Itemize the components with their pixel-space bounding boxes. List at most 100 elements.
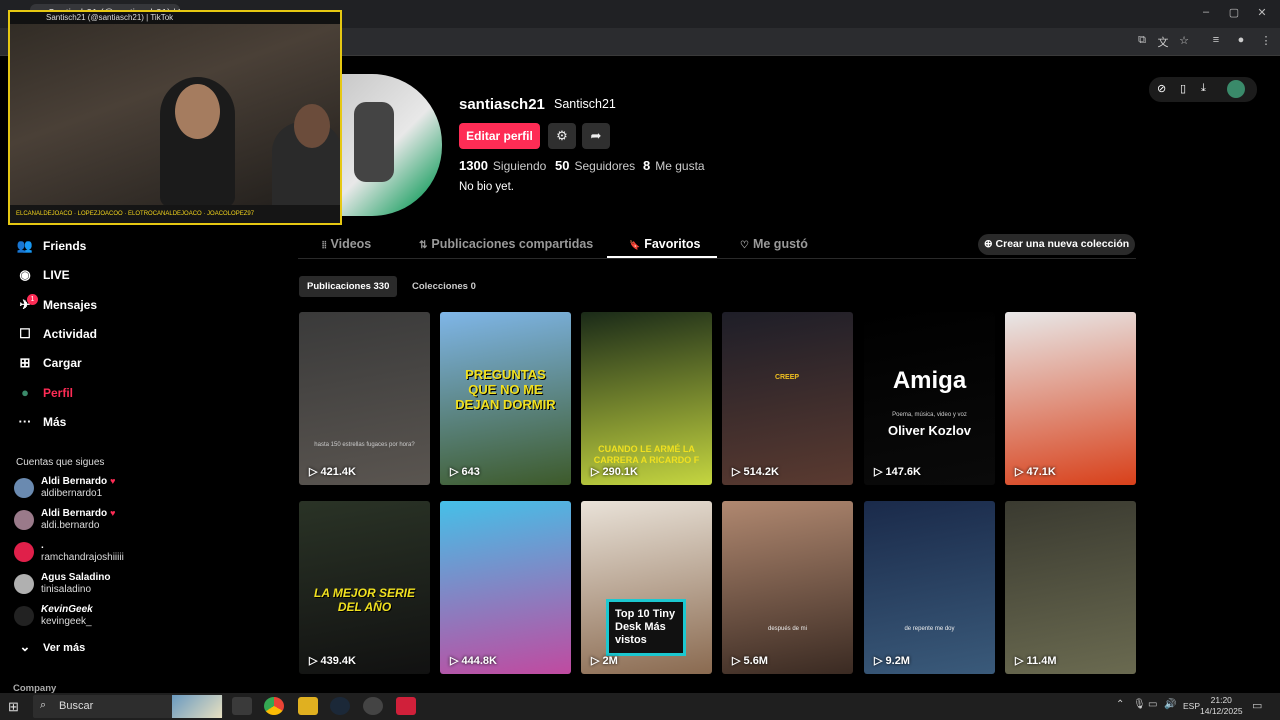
video-caption: PREGUNTAS QUE NO ME DEJAN DORMIR bbox=[455, 367, 556, 412]
webcam-title: Santisch21 (@santiasch21) | TikTok bbox=[10, 12, 340, 24]
video-tile[interactable]: después de mi ▷ 5.6M bbox=[722, 501, 853, 674]
profile-avatar[interactable] bbox=[342, 74, 442, 216]
volume-icon[interactable]: 🔊 bbox=[1164, 699, 1176, 710]
steam-icon[interactable] bbox=[330, 697, 350, 715]
video-view-count: ▷ 421.4K bbox=[309, 466, 356, 478]
reading-list-icon[interactable]: ≡ bbox=[1208, 34, 1224, 46]
tab-liked[interactable]: ♡ Me gustó bbox=[740, 237, 808, 251]
chrome-icon[interactable] bbox=[264, 697, 284, 715]
language-indicator[interactable]: ESP bbox=[1183, 701, 1200, 711]
video-caption: Top 10 Tiny Desk Más vistos bbox=[606, 599, 686, 656]
network-icon[interactable]: ▭ bbox=[1148, 699, 1157, 710]
translate-icon[interactable]: 文 bbox=[1155, 34, 1171, 50]
play-icon: ▷ bbox=[732, 466, 744, 478]
tab-reposts[interactable]: ⇅ Publicaciones compartidas bbox=[419, 237, 593, 251]
microphone-icon[interactable]: 🎙 bbox=[1133, 699, 1146, 710]
play-icon: ▷ bbox=[450, 466, 462, 478]
maximize-button[interactable]: ▢ bbox=[1224, 6, 1244, 19]
file-explorer-icon[interactable] bbox=[298, 697, 318, 715]
following-account[interactable]: KevinGeek kevingeek_ bbox=[14, 604, 144, 632]
video-tile[interactable]: CUANDO LE ARMÉ LA CARRERA A RICARDO F ▷ 2… bbox=[581, 312, 712, 485]
subtab-collections[interactable]: Colecciones 0 bbox=[404, 276, 484, 297]
heart-icon: ♥ bbox=[110, 476, 116, 486]
video-view-count: ▷ 643 bbox=[450, 466, 480, 478]
video-tile[interactable]: LA MEJOR SERIE DEL AÑO ▷ 439.4K bbox=[299, 501, 430, 674]
sidebar-item-profile[interactable]: ● Perfil bbox=[16, 383, 73, 403]
download-icon[interactable]: ⤓ bbox=[1201, 82, 1206, 95]
cast-icon[interactable]: ⧉ bbox=[1134, 34, 1150, 47]
sidebar-item-more[interactable]: ··· Más bbox=[16, 412, 67, 432]
new-collection-button[interactable]: ⊕ Crear una nueva colección bbox=[978, 234, 1135, 255]
bookmark-star-icon[interactable]: ☆ bbox=[1176, 34, 1192, 47]
menu-dots-icon[interactable]: ⋮ bbox=[1258, 34, 1274, 47]
page-toolbar: ⊘ ▯ ⤓ bbox=[1149, 77, 1257, 102]
device-icon[interactable]: ▯ bbox=[1180, 82, 1186, 95]
profile-icon[interactable]: ● bbox=[1233, 34, 1249, 46]
video-tile[interactable]: Amiga Poema, música, video y voz Oliver Ko… bbox=[864, 312, 995, 485]
grid-icon: ⦙⦙ bbox=[322, 240, 327, 251]
video-tile[interactable]: ▷ 47.1K bbox=[1005, 312, 1136, 485]
edit-profile-button[interactable]: Editar perfil bbox=[459, 123, 540, 149]
tray-up-icon[interactable]: ⌃ bbox=[1116, 699, 1124, 710]
share-button[interactable]: ➦ bbox=[582, 123, 610, 149]
play-icon: ▷ bbox=[1015, 466, 1027, 478]
people-icon: 👥 bbox=[16, 238, 34, 253]
video-view-count: ▷ 9.2M bbox=[874, 655, 910, 667]
notifications-icon[interactable]: ▭ bbox=[1252, 699, 1262, 712]
sidebar-item-upload[interactable]: ⊞ Cargar bbox=[16, 353, 82, 373]
video-tile[interactable]: hasta 150 estrellas fugaces por hora? ▷ 4… bbox=[299, 312, 430, 485]
sidebar-item-friends[interactable]: 👥 Friends bbox=[16, 236, 86, 256]
minimize-button[interactable]: – bbox=[1196, 6, 1216, 18]
play-icon: ▷ bbox=[1015, 655, 1027, 667]
video-tile[interactable]: PREGUNTAS QUE NO ME DEJAN DORMIR ▷ 643 bbox=[440, 312, 571, 485]
tab-favorites[interactable]: 🔖 Favoritos bbox=[629, 237, 700, 251]
plus-circle-icon: ⊕ bbox=[983, 238, 996, 250]
video-view-count: ▷ 290.1K bbox=[591, 466, 638, 478]
video-caption: de repente me doy bbox=[904, 626, 955, 632]
user-avatar-icon[interactable] bbox=[1227, 80, 1245, 98]
play-icon: ▷ bbox=[309, 655, 321, 667]
video-view-count: ▷ 444.8K bbox=[450, 655, 497, 667]
video-subcaption: Poema, música, video y voz bbox=[892, 412, 967, 418]
bookmark-icon: 🔖 bbox=[629, 240, 641, 250]
obs-icon[interactable] bbox=[363, 697, 383, 715]
heart-icon: ♥ bbox=[110, 508, 116, 518]
heart-icon: ♡ bbox=[740, 240, 749, 251]
followers-stat[interactable]: 50 Seguidores bbox=[555, 158, 635, 173]
avatar bbox=[14, 478, 34, 498]
subtab-posts[interactable]: Publicaciones 330 bbox=[299, 276, 398, 297]
coin-icon[interactable]: ⊘ bbox=[1157, 82, 1166, 95]
upload-icon: ⊞ bbox=[19, 355, 31, 370]
video-tile[interactable]: de repente me doy ▷ 9.2M bbox=[864, 501, 995, 674]
settings-button[interactable]: ⚙ bbox=[548, 123, 576, 149]
play-icon: ▷ bbox=[450, 655, 462, 667]
windows-start-icon[interactable]: ⊞ bbox=[8, 699, 19, 715]
close-window-button[interactable]: ✕ bbox=[1252, 6, 1272, 19]
taskbar-clock[interactable]: 21:20 14/12/2025 bbox=[1200, 695, 1243, 717]
sidebar-item-activity[interactable]: ☐ Actividad bbox=[16, 324, 97, 344]
activity-icon: ☐ bbox=[19, 326, 31, 341]
task-view-icon[interactable] bbox=[232, 697, 252, 715]
webcam-overlay[interactable]: Santisch21 (@santiasch21) | TikTok ELCAN… bbox=[8, 10, 342, 225]
search-highlight-image bbox=[172, 695, 222, 718]
tab-videos[interactable]: ⦙⦙ Videos bbox=[322, 237, 371, 251]
video-view-count: ▷ 47.1K bbox=[1015, 466, 1056, 478]
sidebar-item-live[interactable]: ◉ LIVE bbox=[16, 265, 69, 285]
see-more-link[interactable]: ⌄ Ver más bbox=[16, 637, 86, 657]
sidebar-item-label: Friends bbox=[43, 239, 87, 253]
video-tile[interactable]: Top 10 Tiny Desk Más vistos ▷ 2M bbox=[581, 501, 712, 674]
following-account[interactable]: . ramchandrajoshiiiii bbox=[14, 540, 144, 568]
profile-nickname: Santisch21 bbox=[554, 97, 616, 111]
profile-bio: No bio yet. bbox=[459, 181, 514, 193]
video-tile[interactable]: CREEP ▷ 514.2K bbox=[722, 312, 853, 485]
following-account[interactable]: Agus Saladino tinisaladino bbox=[14, 572, 144, 600]
video-tile[interactable]: ▷ 11.4M bbox=[1005, 501, 1136, 674]
following-account[interactable]: Aldi Bernardo ♥ aldibernardo1 bbox=[14, 476, 144, 504]
opera-icon[interactable] bbox=[396, 697, 416, 715]
video-caption: Amiga bbox=[892, 367, 967, 394]
following-stat[interactable]: 1300 Siguiendo bbox=[459, 158, 546, 173]
video-tile[interactable]: ▷ 444.8K bbox=[440, 501, 571, 674]
following-account[interactable]: Aldi Bernardo ♥ aldi.bernardo bbox=[14, 508, 144, 536]
repost-icon: ⇅ bbox=[419, 240, 428, 251]
avatar bbox=[14, 574, 34, 594]
